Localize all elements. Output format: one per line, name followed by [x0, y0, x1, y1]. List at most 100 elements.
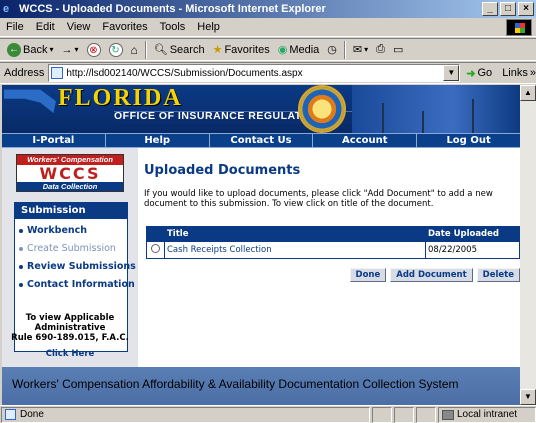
bullet-icon: [19, 264, 23, 269]
stop-button[interactable]: ⊗: [84, 40, 104, 60]
minimize-button[interactable]: _: [482, 2, 498, 16]
wizard-item-review-submissions[interactable]: Review Submissions: [19, 261, 136, 272]
search-label: Search: [169, 43, 205, 56]
print-button[interactable]: ⎙: [373, 40, 388, 60]
status-cell: [394, 406, 414, 423]
document-title-link[interactable]: Cash Receipts Collection: [167, 245, 272, 255]
media-button[interactable]: ◉ Media: [275, 40, 323, 60]
toolbar-separator: [343, 40, 346, 59]
address-input[interactable]: http://lsd002140/WCCS/Submission/Documen…: [48, 64, 461, 82]
refresh-button[interactable]: ↻: [106, 40, 126, 60]
click-here-link[interactable]: Click Here: [2, 349, 138, 359]
menu-edit[interactable]: Edit: [30, 21, 61, 33]
banner-state: FLORIDA: [58, 85, 183, 111]
footer-text: Workers' Compensation Affordability & Av…: [12, 377, 459, 391]
bullet-icon: [19, 246, 23, 251]
mail-button[interactable]: ✉ ▾: [350, 40, 371, 60]
sidebar: Workers' Compensation WCCS Data Collecti…: [2, 148, 138, 367]
florida-map-graphic: [4, 89, 56, 113]
security-zone: Local intranet: [438, 406, 536, 423]
page-viewport: FLORIDA OFFICE OF INSURANCE REGULATION I…: [2, 85, 520, 405]
menu-tools[interactable]: Tools: [154, 21, 192, 33]
row-title-cell: Cash Receipts Collection: [164, 241, 426, 259]
ie-icon: e: [3, 3, 10, 15]
done-button[interactable]: Done: [349, 268, 387, 282]
window-titlebar: e WCCS - Uploaded Documents - Microsoft …: [0, 0, 536, 18]
wizard-item-create-submission[interactable]: Create Submission: [19, 243, 127, 254]
menu-view[interactable]: View: [61, 21, 97, 33]
menu-favorites[interactable]: Favorites: [96, 21, 153, 33]
window-controls: _ □ ×: [482, 2, 534, 16]
mail-icon: ✉: [352, 44, 363, 56]
scroll-up-button[interactable]: ▲: [520, 85, 536, 101]
bullet-icon: [19, 282, 23, 287]
address-url: http://lsd002140/WCCS/Submission/Documen…: [66, 67, 303, 79]
nav-iportal[interactable]: I-Portal: [2, 134, 106, 147]
nav-logout[interactable]: Log Out: [417, 134, 520, 147]
banner-scenery: [352, 85, 520, 133]
delete-button[interactable]: Delete: [476, 268, 520, 282]
row-select-cell: [146, 241, 165, 259]
address-bar: Address http://lsd002140/WCCS/Submission…: [0, 62, 536, 84]
favorites-button[interactable]: ★ Favorites: [210, 40, 273, 60]
forward-button[interactable]: → ▾: [58, 40, 81, 60]
status-bar: Done Local intranet: [0, 405, 536, 423]
vertical-scrollbar[interactable]: ▲ ▼: [520, 85, 536, 405]
browser-toolbar: ← Back ▾ → ▾ ⊗ ↻ ⌂ 🔍︎ Search ★ Favorites…: [0, 38, 536, 61]
admin-rule-note: To view Applicable Administrative Rule 6…: [2, 313, 138, 359]
back-arrow-icon: ←: [7, 42, 21, 57]
scroll-down-button[interactable]: ▼: [520, 389, 536, 405]
status-text: Done: [20, 409, 44, 420]
windows-logo-icon: [506, 19, 532, 36]
nav-account[interactable]: Account: [313, 134, 418, 147]
history-button[interactable]: ◷: [324, 40, 340, 60]
media-label: Media: [289, 43, 320, 56]
window-title: WCCS - Uploaded Documents - Microsoft In…: [19, 3, 326, 15]
wizard-item-workbench[interactable]: Workbench: [19, 225, 127, 236]
maximize-button[interactable]: □: [500, 2, 516, 16]
chevron-down-icon: ▾: [49, 45, 54, 54]
search-button[interactable]: 🔍︎ Search: [151, 40, 208, 60]
search-icon: 🔍︎: [153, 44, 168, 56]
wizard-item-contact-information[interactable]: Contact Information: [19, 279, 135, 290]
wccs-logo: Workers' Compensation WCCS Data Collecti…: [16, 154, 124, 192]
admin-note-line3: Rule 690-189.015, F.A.C.: [11, 333, 129, 343]
page-icon: [51, 67, 64, 79]
logo-bottom-text: Data Collection: [17, 182, 123, 191]
row-date-cell: 08/22/2005: [425, 241, 520, 259]
page-description: If you would like to upload documents, p…: [144, 189, 493, 209]
edit-icon: ▭: [392, 44, 404, 56]
menu-file[interactable]: File: [0, 21, 30, 33]
header-select: [146, 226, 165, 242]
refresh-icon: ↻: [108, 42, 123, 57]
nav-contact-us[interactable]: Contact Us: [210, 134, 314, 147]
media-icon: ◉: [277, 44, 288, 56]
back-button[interactable]: ← Back ▾: [4, 40, 56, 60]
admin-note-line1: To view Applicable: [25, 313, 115, 323]
chevron-down-icon: ▾: [364, 45, 369, 54]
main-content: Uploaded Documents If you would like to …: [144, 148, 520, 367]
documents-table: Title Date Uploaded Cash Receipts Collec…: [146, 226, 520, 259]
page-status-icon: [5, 409, 16, 420]
menu-help[interactable]: Help: [191, 21, 226, 33]
links-button[interactable]: Links »: [502, 67, 536, 79]
row-radio[interactable]: [151, 244, 160, 253]
status-cell: [372, 406, 392, 423]
edit-button[interactable]: ▭: [390, 40, 406, 60]
home-button[interactable]: ⌂: [128, 40, 141, 60]
address-label: Address: [4, 67, 45, 79]
nav-help[interactable]: Help: [106, 134, 210, 147]
add-document-button[interactable]: Add Document: [390, 268, 473, 282]
favorites-label: Favorites: [224, 43, 270, 56]
logo-mid-text: WCCS: [17, 165, 123, 182]
address-dropdown[interactable]: ▼: [443, 65, 460, 81]
table-row: Cash Receipts Collection 08/22/2005: [146, 241, 520, 259]
top-nav: I-Portal Help Contact Us Account Log Out: [2, 133, 520, 148]
admin-note-line2: Administrative: [34, 323, 106, 333]
go-button[interactable]: ➜ Go: [466, 67, 492, 80]
close-button[interactable]: ×: [518, 2, 534, 16]
table-header-row: Title Date Uploaded: [146, 226, 520, 242]
chevron-down-icon: ▾: [74, 45, 79, 54]
page-title: Uploaded Documents: [144, 163, 301, 178]
home-icon: ⌂: [130, 42, 138, 57]
